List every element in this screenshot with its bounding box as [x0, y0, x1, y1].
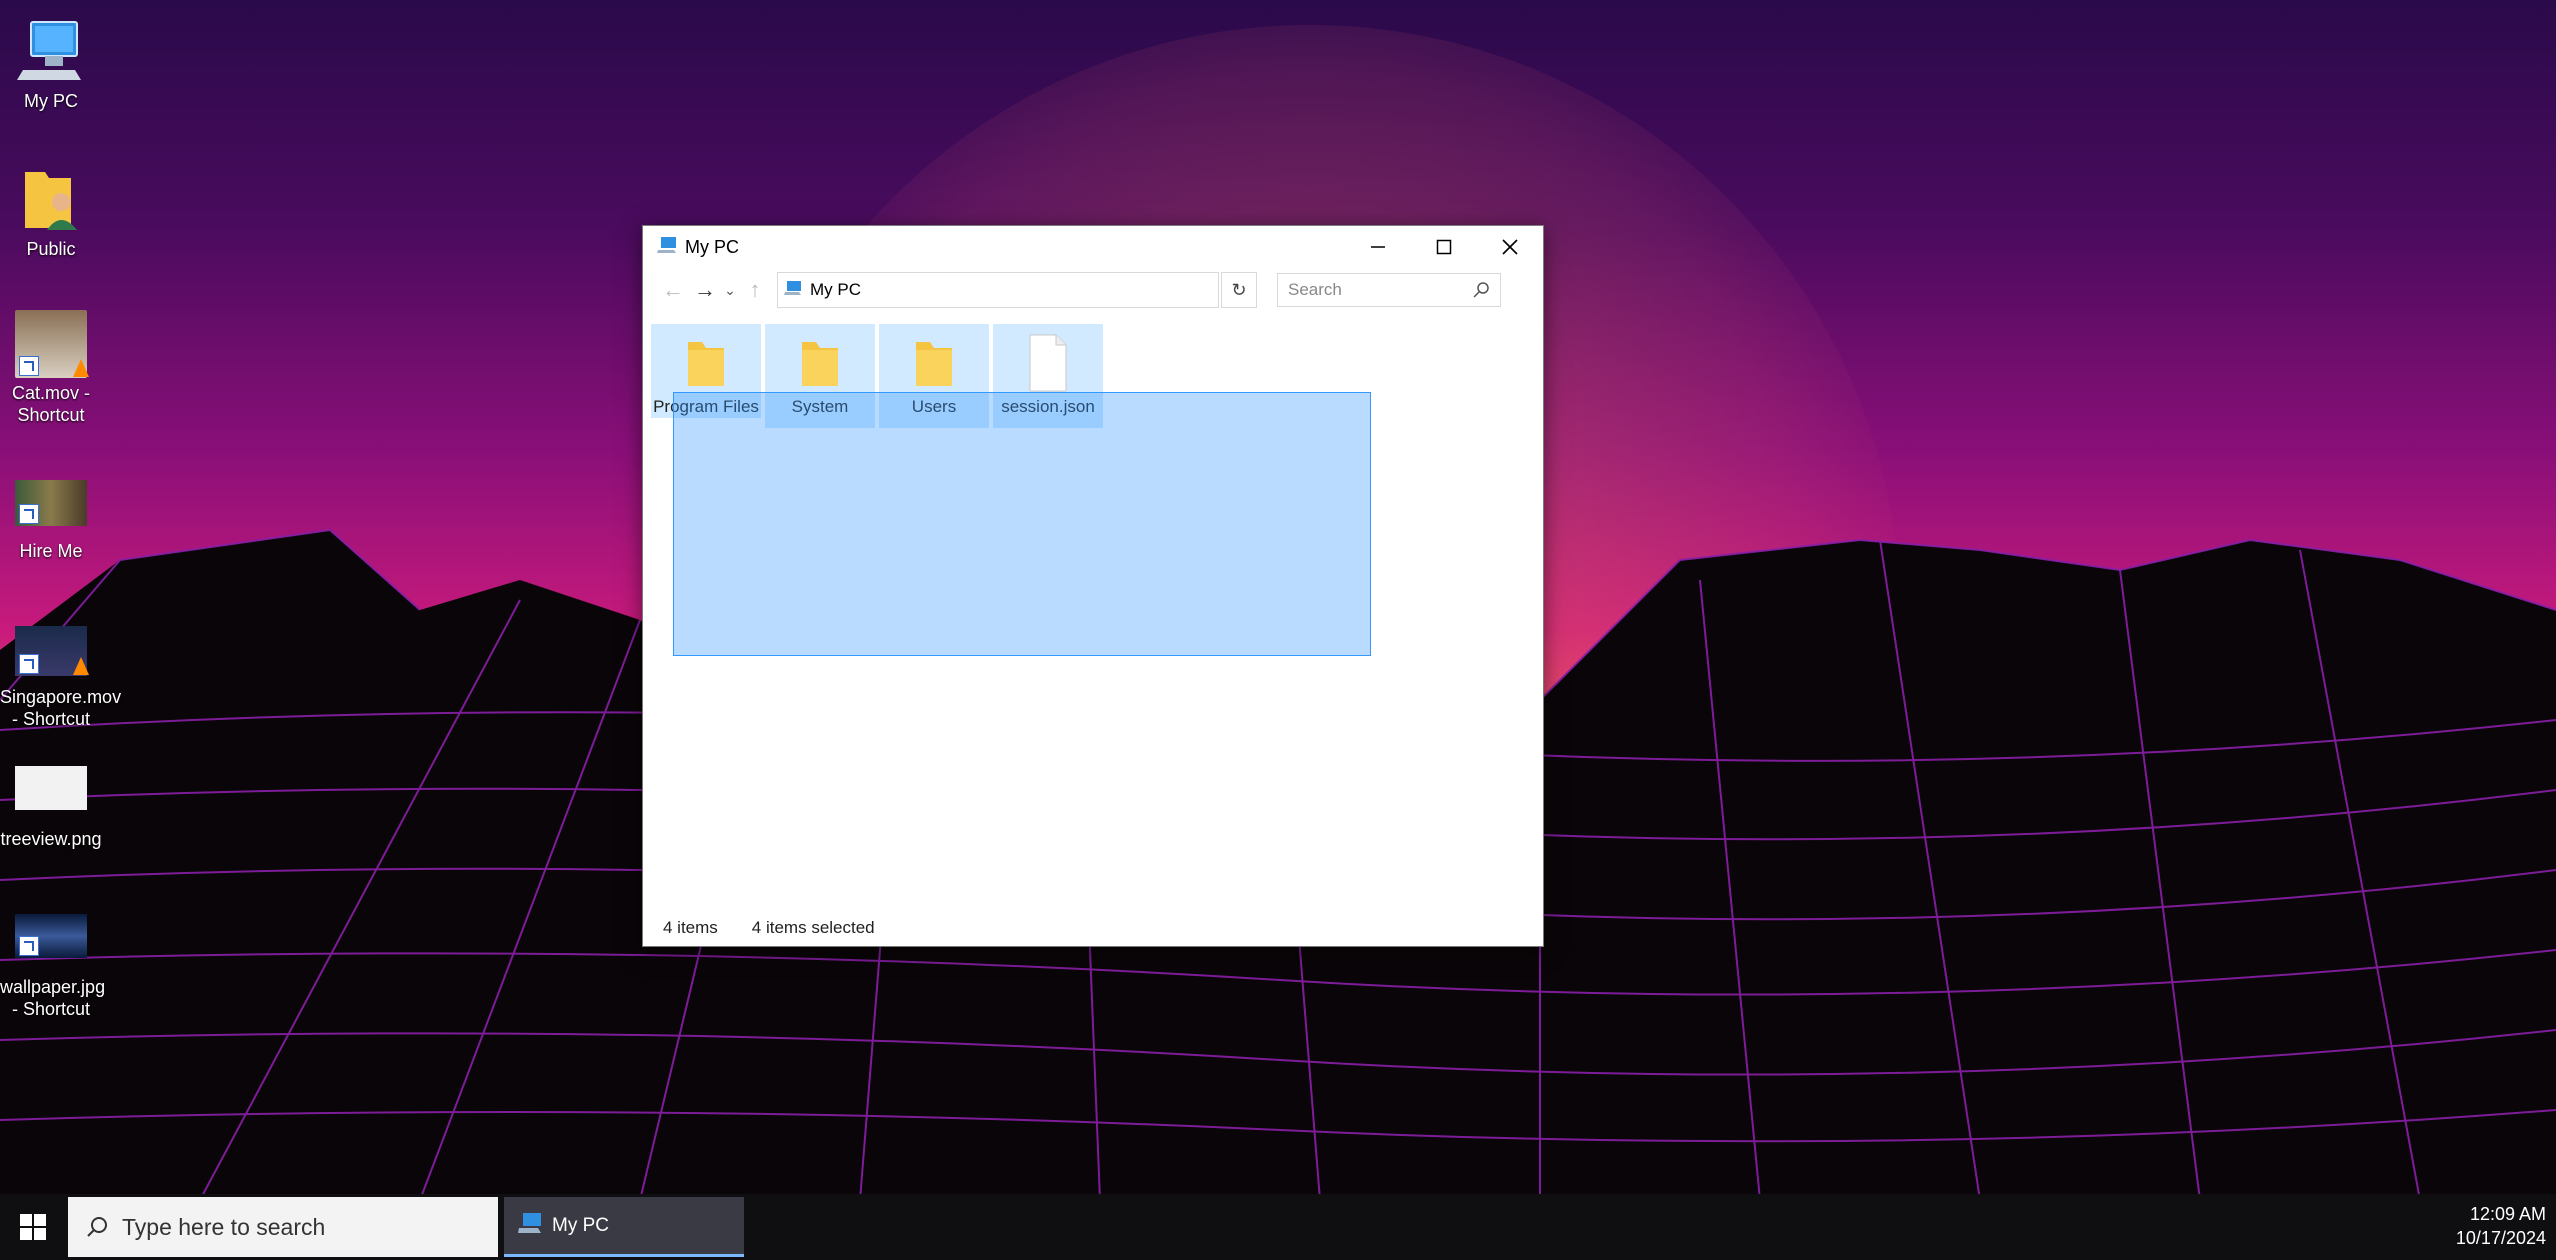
taskbar-app-label: My PC — [552, 1214, 609, 1236]
search-icon — [87, 1217, 107, 1237]
search-box[interactable]: Search — [1277, 273, 1501, 307]
start-button[interactable] — [0, 1194, 66, 1260]
desktop-icon-label: Hire Me — [19, 541, 83, 561]
minimize-button[interactable] — [1345, 226, 1411, 268]
arrow-up-icon: ↑ — [749, 277, 761, 302]
folder-icon — [765, 330, 875, 396]
up-button[interactable]: ↑ — [739, 274, 771, 306]
desktop-icon-treeview-png[interactable]: treeview.png — [0, 760, 102, 850]
back-button[interactable]: ← — [657, 274, 689, 306]
desktop-icon-label: Cat.mov - Shortcut — [11, 383, 90, 425]
desktop-icon-singapore-mov[interactable]: Singapore.mov - Shortcut — [0, 618, 122, 730]
selection-rectangle — [673, 392, 1371, 656]
arrow-right-icon: → — [694, 277, 716, 302]
search-placeholder: Search — [1288, 280, 1342, 299]
navigation-toolbar: ← → ⌄ ↑ My PC ↻ Search — [643, 268, 1543, 312]
window-titlebar[interactable]: My PC — [643, 226, 1543, 268]
computer-icon — [784, 280, 802, 301]
selected-count: 4 items selected — [751, 918, 875, 937]
computer-icon — [518, 1212, 542, 1240]
recent-locations-button[interactable]: ⌄ — [721, 274, 739, 306]
desktop-icon-label: Singapore.mov - Shortcut — [0, 687, 122, 729]
desktop-icon-label: Public — [26, 239, 76, 259]
minimize-icon — [1371, 246, 1385, 248]
video-thumbnail-icon — [15, 310, 89, 378]
taskbar-search-placeholder: Type here to search — [122, 1213, 326, 1240]
taskbar: Type here to search My PC 12:09 AM 10/17… — [0, 1194, 2556, 1260]
desktop-icon-label: treeview.png — [0, 829, 102, 849]
desktop-icon-cat-mov[interactable]: Cat.mov - Shortcut — [0, 310, 102, 426]
arrow-left-icon: ← — [662, 277, 684, 302]
video-thumbnail-icon — [15, 626, 89, 676]
clock-time: 12:09 AM — [2469, 1204, 2546, 1224]
shortcut-arrow-icon — [19, 356, 39, 376]
desktop-icon-wallpaper-jpg[interactable]: wallpaper.jpg - Shortcut — [0, 908, 106, 1020]
desktop-icon-public[interactable]: Public — [0, 166, 102, 260]
folder-icon — [879, 330, 989, 396]
system-clock[interactable]: 12:09 AM 10/17/2024 — [2456, 1202, 2546, 1250]
folder-icon — [651, 330, 761, 396]
image-file-icon — [15, 766, 87, 810]
chevron-down-icon: ⌄ — [724, 281, 736, 298]
address-bar[interactable]: My PC — [777, 272, 1219, 308]
file-explorer-window[interactable]: My PC ← → ⌄ ↑ My PC ↻ Search Program Fil… — [642, 225, 1544, 947]
desktop-icon-hire-me[interactable]: Hire Me — [0, 470, 102, 562]
image-thumbnail-icon — [15, 480, 87, 526]
taskbar-search-box[interactable]: Type here to search — [68, 1197, 498, 1257]
desktop-icon-my-pc[interactable]: My PC — [0, 18, 102, 112]
forward-button[interactable]: → — [689, 274, 721, 306]
computer-icon — [15, 18, 87, 86]
computer-icon — [657, 236, 677, 259]
close-button[interactable] — [1477, 226, 1543, 268]
refresh-button[interactable]: ↻ — [1221, 272, 1257, 308]
clock-date: 10/17/2024 — [2455, 1228, 2546, 1248]
taskbar-app-my-pc[interactable]: My PC — [504, 1197, 744, 1257]
desktop-icon-label: My PC — [24, 91, 78, 111]
search-icon — [1473, 282, 1489, 298]
user-folder-icon — [15, 166, 87, 234]
window-title: My PC — [685, 236, 739, 257]
file-icon — [993, 330, 1103, 396]
close-icon — [1502, 239, 1518, 255]
file-list[interactable]: Program Files System Users session.json — [643, 312, 1543, 902]
shortcut-arrow-icon — [19, 654, 39, 674]
refresh-icon: ↻ — [1231, 279, 1247, 300]
status-bar: 4 items 4 items selected — [643, 910, 1543, 946]
windows-logo-icon — [20, 1214, 46, 1240]
address-text: My PC — [810, 280, 861, 299]
shortcut-arrow-icon — [19, 936, 39, 956]
maximize-icon — [1436, 239, 1452, 255]
image-thumbnail-icon — [15, 914, 87, 958]
shortcut-arrow-icon — [19, 504, 39, 524]
item-count: 4 items — [663, 918, 718, 937]
maximize-button[interactable] — [1411, 226, 1477, 268]
desktop-icon-label: wallpaper.jpg - Shortcut — [0, 977, 106, 1019]
